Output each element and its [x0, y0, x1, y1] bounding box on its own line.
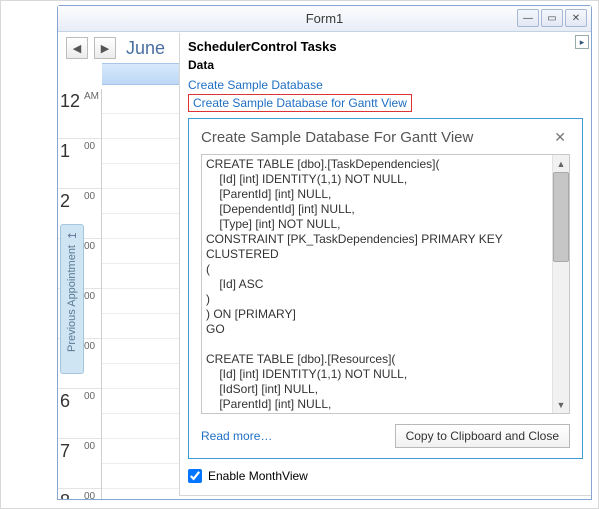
tasks-flyout: SchedulerControl Tasks Data Create Sampl…: [179, 33, 591, 496]
time-suffix: 00: [84, 191, 95, 202]
time-slot: 7 00: [58, 439, 101, 489]
enable-monthview-checkbox[interactable]: [188, 469, 202, 483]
sql-popup-header: Create Sample Database For Gantt View ✕: [201, 129, 570, 146]
enable-monthview-label[interactable]: Enable MonthView: [208, 469, 308, 483]
previous-appointment-button[interactable]: ↤ Previous Appointment: [60, 224, 84, 374]
arrow-left-icon: ↤: [67, 229, 76, 242]
time-suffix: 00: [84, 441, 95, 452]
time-hour: 6: [60, 391, 70, 412]
time-hour: 1: [60, 141, 70, 162]
time-suffix: 00: [84, 241, 95, 252]
scrollbar[interactable]: ▲ ▼: [552, 155, 569, 413]
sql-popup-footer: Read more… Copy to Clipboard and Close: [201, 424, 570, 448]
sql-popup-title: Create Sample Database For Gantt View: [201, 129, 550, 146]
window-buttons: — ▭ ✕: [517, 9, 587, 27]
link-read-more[interactable]: Read more…: [201, 427, 272, 445]
link-create-sample-database-gantt[interactable]: Create Sample Database for Gantt View: [188, 94, 412, 112]
time-slot: 8 00: [58, 489, 101, 499]
titlebar: Form1 — ▭ ✕: [58, 6, 591, 32]
time-suffix: 00: [84, 391, 95, 402]
next-date-button[interactable]: ▶: [94, 37, 116, 59]
link-create-sample-database[interactable]: Create Sample Database: [188, 76, 583, 94]
time-hour: 7: [60, 441, 70, 462]
time-suffix: 00: [84, 291, 95, 302]
time-suffix: 00: [84, 491, 95, 499]
scroll-up-button[interactable]: ▲: [553, 155, 569, 172]
time-hour: 2: [60, 191, 70, 212]
time-suffix: 00: [84, 141, 95, 152]
time-hour: 8: [60, 491, 70, 499]
minimize-button[interactable]: —: [517, 9, 539, 27]
time-slot: 12 AM: [58, 89, 101, 139]
time-suffix: 00: [84, 341, 95, 352]
time-suffix: AM: [84, 91, 99, 102]
app-frame: Form1 — ▭ ✕ ▸ ◀ ▶ June 12AM1002003004005…: [0, 0, 599, 509]
form-window: Form1 — ▭ ✕ ▸ ◀ ▶ June 12AM1002003004005…: [57, 5, 592, 500]
scroll-track[interactable]: [553, 262, 569, 396]
tasks-title: SchedulerControl Tasks: [188, 39, 583, 54]
smart-tag-icon[interactable]: ▸: [575, 35, 589, 49]
sql-textbox[interactable]: CREATE TABLE [dbo].[TaskDependencies]( […: [201, 154, 570, 414]
current-date-label: June: [122, 38, 165, 59]
close-button[interactable]: ✕: [565, 9, 587, 27]
scroll-thumb[interactable]: [553, 172, 569, 262]
tasks-section-data: Data: [188, 58, 583, 72]
time-slot: 6 00: [58, 389, 101, 439]
maximize-button[interactable]: ▭: [541, 9, 563, 27]
time-hour: 12: [60, 91, 80, 112]
previous-appointment-label: Previous Appointment: [66, 245, 78, 352]
copy-to-clipboard-button[interactable]: Copy to Clipboard and Close: [395, 424, 570, 448]
window-title: Form1: [64, 11, 585, 26]
time-slot: 1 00: [58, 139, 101, 189]
prev-date-button[interactable]: ◀: [66, 37, 88, 59]
sql-content: CREATE TABLE [dbo].[TaskDependencies]( […: [206, 157, 551, 411]
enable-monthview-row: Enable MonthView: [188, 469, 583, 483]
scroll-down-button[interactable]: ▼: [553, 396, 569, 413]
sql-popup: Create Sample Database For Gantt View ✕ …: [188, 118, 583, 459]
close-icon[interactable]: ✕: [550, 129, 570, 146]
